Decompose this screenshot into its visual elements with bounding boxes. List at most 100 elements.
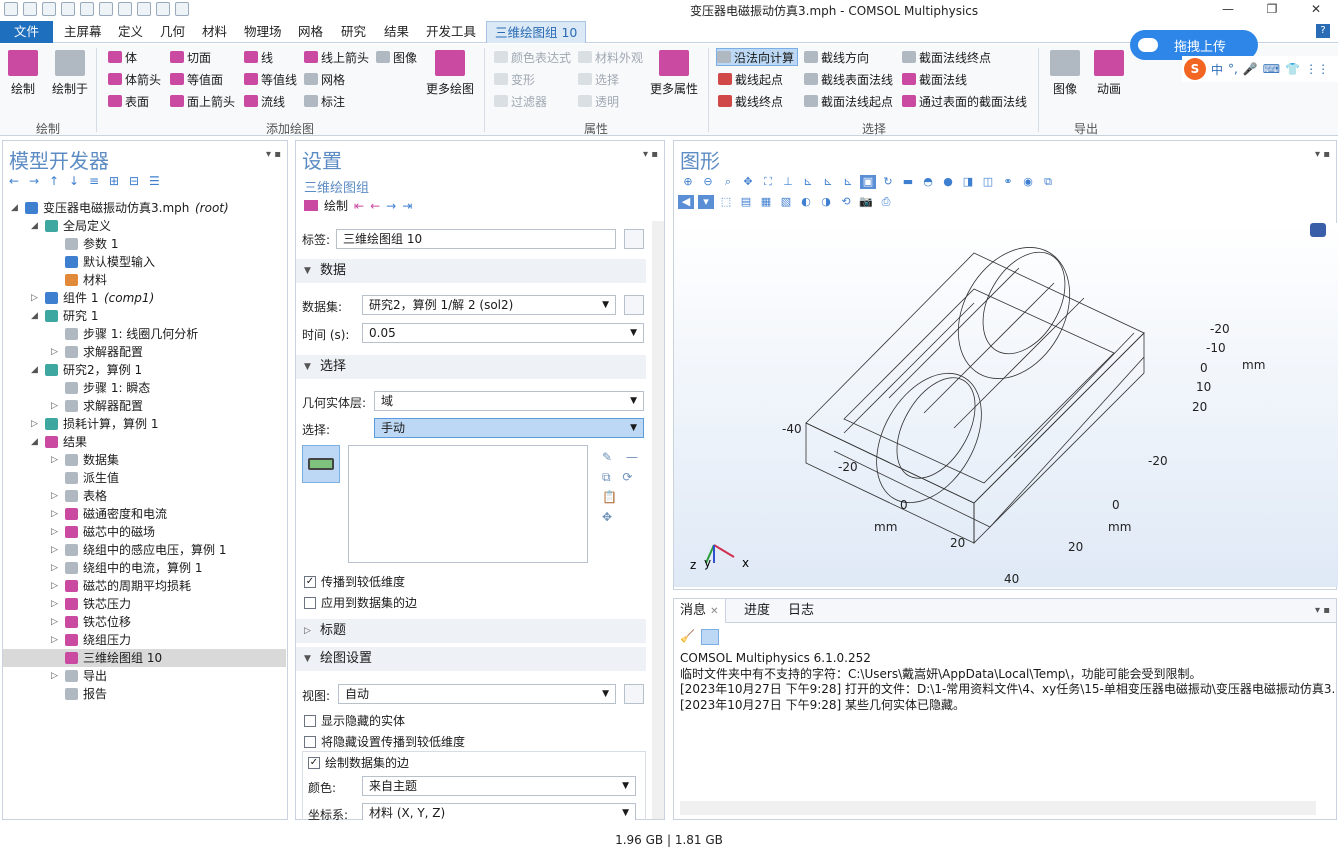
tree-toggle-icon[interactable]: ▷ xyxy=(51,523,61,541)
material-appearance-button[interactable]: 材料外观 xyxy=(578,48,643,66)
tab-geometry[interactable]: 几何 xyxy=(152,21,193,43)
arrow-surface-button[interactable]: 面上箭头 xyxy=(170,92,235,110)
new-file-icon[interactable] xyxy=(4,2,18,16)
file-menu[interactable]: 文件 xyxy=(0,21,53,43)
view-select[interactable]: 自动▼ xyxy=(338,684,616,704)
invert-icon[interactable]: ▧ xyxy=(778,195,794,209)
cutline-end-button[interactable]: 截线终点 xyxy=(718,92,783,110)
plot-in-button[interactable]: 绘制于 xyxy=(52,50,88,97)
paste-selection-icon[interactable]: 📋 xyxy=(602,487,642,507)
print-icon[interactable]: ⎙ xyxy=(878,195,894,209)
tree-item[interactable]: ▷绕组中的电流，算例 1 xyxy=(3,559,286,577)
contour-button[interactable]: 等值线 xyxy=(244,70,297,88)
tab-log[interactable]: 日志 xyxy=(782,599,820,623)
deformation-button[interactable]: 变形 xyxy=(494,70,535,88)
graphics-corner-icon[interactable] xyxy=(1310,223,1326,237)
tab-results[interactable]: 结果 xyxy=(376,21,417,43)
tree-toggle-icon[interactable]: ◢ xyxy=(31,433,41,451)
selection-section[interactable]: ▼选择 xyxy=(296,355,646,379)
line-plot-button[interactable]: 线 xyxy=(244,48,273,66)
xy-view-icon[interactable]: ⊾ xyxy=(800,175,816,189)
wireframe-icon[interactable]: ◑ xyxy=(818,195,834,209)
tab-materials[interactable]: 材料 xyxy=(194,21,235,43)
active-selection-toggle[interactable] xyxy=(302,445,340,483)
graphics-canvas[interactable]: -20 -10 0 10 20 mm -40 -20 0 20 40 mm -2… xyxy=(674,223,1338,587)
slice-plot-button[interactable]: 切面 xyxy=(170,48,211,66)
tree-toggle-icon[interactable]: ▷ xyxy=(31,415,41,433)
tree-item[interactable]: 报告 xyxy=(3,685,286,703)
ime-keyboard-icon[interactable]: ⌨ xyxy=(1263,62,1280,76)
tree-item[interactable]: ▷铁芯位移 xyxy=(3,613,286,631)
select-icon[interactable]: ▬ xyxy=(900,175,916,189)
delete-icon[interactable] xyxy=(137,2,151,16)
zoom-extents-icon[interactable] xyxy=(156,2,170,16)
filter-button[interactable]: 过滤器 xyxy=(494,92,547,110)
tree-toggle-icon[interactable]: ▷ xyxy=(51,343,61,361)
settings-scrollbar[interactable] xyxy=(652,221,664,819)
cutline-start-button[interactable]: 截线起点 xyxy=(718,70,783,88)
tree-item[interactable]: ▷导出 xyxy=(3,667,286,685)
tree-item[interactable]: 参数 1 xyxy=(3,235,286,253)
tree-item[interactable]: 三维绘图组 10 xyxy=(3,649,286,667)
tree-toggle-icon[interactable]: ◢ xyxy=(31,307,41,325)
redo-icon[interactable] xyxy=(80,2,94,16)
prev-icon[interactable]: ← xyxy=(370,199,380,213)
image-plot-button[interactable]: 图像 xyxy=(376,48,417,66)
zoom-selection-icon[interactable]: ✥ xyxy=(602,507,642,527)
tab-progress[interactable]: 进度 xyxy=(738,599,776,623)
layout-icon[interactable]: ⧉ xyxy=(1040,175,1056,189)
tree-toggle-icon[interactable]: ▷ xyxy=(51,631,61,649)
surface-plot-button[interactable]: 表面 xyxy=(108,92,149,110)
title-section[interactable]: ▷标题 xyxy=(296,619,646,643)
zoom-out-icon[interactable]: ⊖ xyxy=(700,175,716,189)
selection-attr-button[interactable]: 选择 xyxy=(578,70,619,88)
tree-item[interactable]: 默认模型输入 xyxy=(3,253,286,271)
ime-punct[interactable]: °, xyxy=(1228,62,1238,76)
build-icon[interactable] xyxy=(175,2,189,16)
forward-icon[interactable]: → xyxy=(29,175,43,187)
copy-icon[interactable] xyxy=(99,2,113,16)
copy-selection-icon[interactable]: ⧉ ⟳ xyxy=(602,467,642,487)
more-attributes-button[interactable]: 更多属性 xyxy=(650,50,698,97)
settings-plot-button[interactable]: 绘制 xyxy=(324,197,348,214)
close-icon[interactable]: ✕ xyxy=(1294,0,1338,20)
selection-list[interactable] xyxy=(348,445,588,563)
tab-mesh[interactable]: 网格 xyxy=(290,21,331,43)
tree-toggle-icon[interactable]: ▷ xyxy=(51,667,61,685)
ime-skin-icon[interactable]: 👕 xyxy=(1285,62,1300,76)
back-icon[interactable]: ← xyxy=(9,175,23,187)
tree-item[interactable]: ◢研究 1 xyxy=(3,307,286,325)
time-select[interactable]: 0.05▼ xyxy=(362,323,644,343)
zoom-box-icon[interactable]: ⌕ xyxy=(720,175,736,189)
tree-toggle-icon[interactable]: ▷ xyxy=(31,289,41,307)
tab-home[interactable]: 主屏幕 xyxy=(56,21,110,43)
tab-messages[interactable]: 消息 ✕ xyxy=(674,599,726,623)
tree-toggle-icon[interactable]: ▷ xyxy=(51,559,61,577)
axis-icon[interactable]: ⊥ xyxy=(780,175,796,189)
plot-edges-checkbox[interactable]: ✓绘制数据集的边 xyxy=(308,754,409,771)
mesh-plot-button[interactable]: 网格 xyxy=(304,70,345,88)
color-select[interactable]: 来自主题▼ xyxy=(362,776,636,796)
tree-item[interactable]: ▷组件 1(comp1) xyxy=(3,289,286,307)
ime-mode[interactable]: 中 xyxy=(1211,61,1223,78)
open-file-icon[interactable] xyxy=(23,2,37,16)
label-edit-icon[interactable] xyxy=(624,229,644,249)
propagate-checkbox[interactable]: ✓传播到较低维度 xyxy=(304,573,405,590)
tree-item[interactable]: ▷求解器配置 xyxy=(3,397,286,415)
tab-3d-plot-group[interactable]: 三维绘图组 10 xyxy=(486,21,586,43)
more-plots-button[interactable]: 更多绘图 xyxy=(426,50,474,97)
add-selection-icon[interactable]: ✎ — xyxy=(602,447,642,467)
plot-settings-section[interactable]: ▼绘图设置 xyxy=(296,647,646,671)
tree-item[interactable]: 步骤 1: 线圈几何分析 xyxy=(3,325,286,343)
tree-item[interactable]: ▷求解器配置 xyxy=(3,343,286,361)
arrow-volume-button[interactable]: 体箭头 xyxy=(108,70,161,88)
copy-log-icon[interactable] xyxy=(701,629,719,645)
next-icon[interactable]: → xyxy=(386,199,396,213)
clear-icon[interactable]: 🧹 xyxy=(680,629,695,645)
tree-item[interactable]: ▷数据集 xyxy=(3,451,286,469)
tree-toggle-icon[interactable]: ▷ xyxy=(51,451,61,469)
hide-icon[interactable]: ◨ xyxy=(960,175,976,189)
rotate-icon[interactable]: ↻ xyxy=(880,175,896,189)
tree-toggle-icon[interactable]: ▷ xyxy=(51,505,61,523)
select-mode-dropdown-icon[interactable]: ▾ xyxy=(698,195,714,209)
